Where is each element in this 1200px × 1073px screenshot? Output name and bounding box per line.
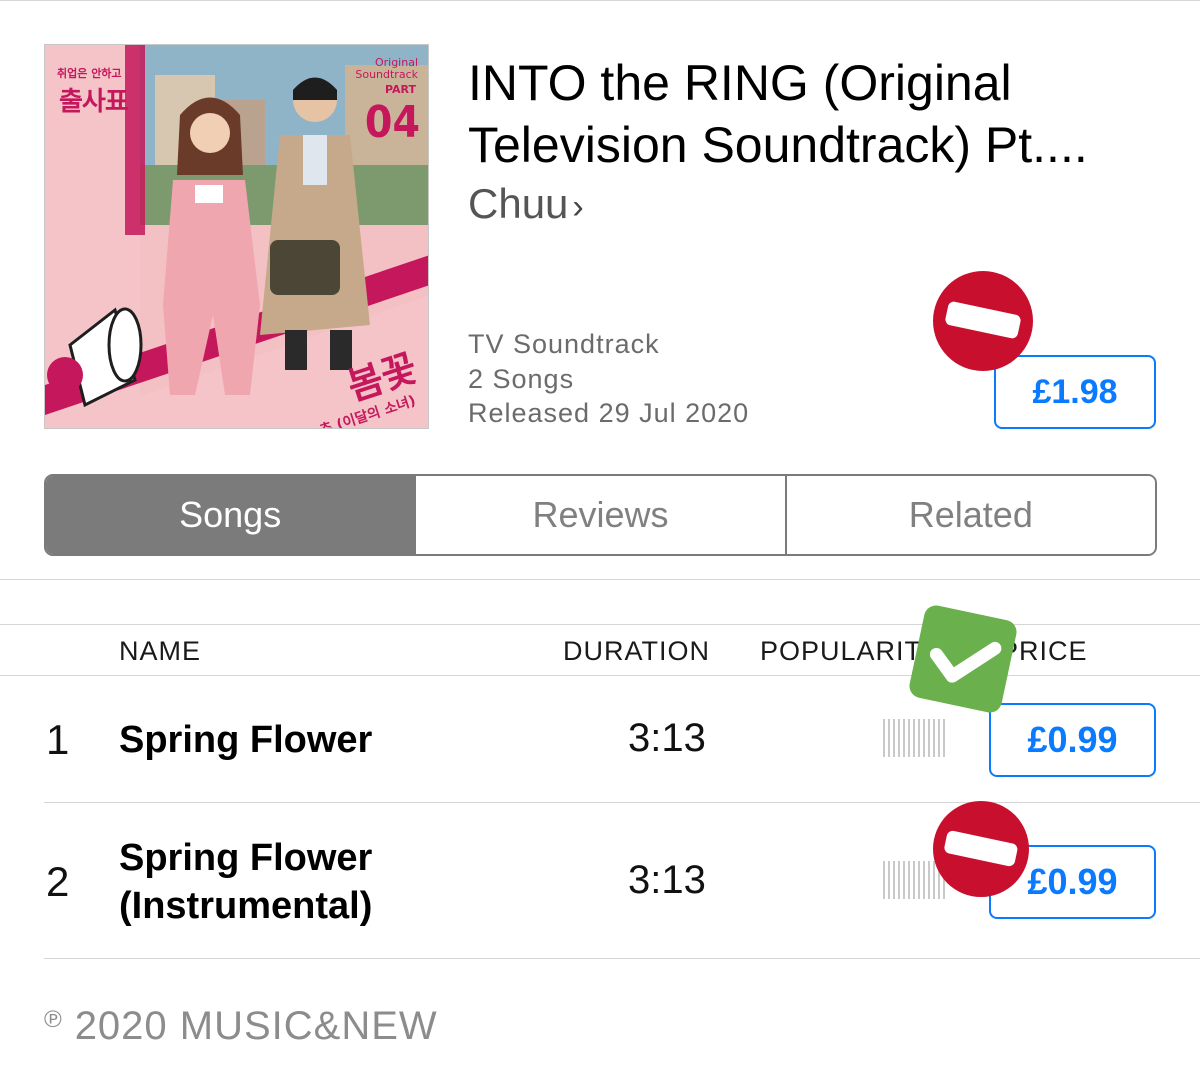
artist-link[interactable]: Chuu › (468, 180, 584, 228)
tab-songs[interactable]: Songs (46, 476, 415, 554)
artist-name: Chuu (468, 180, 569, 227)
tab-related[interactable]: Related (784, 476, 1155, 554)
artwork-part-label: PART (384, 83, 416, 96)
artwork-logo-small: 취업은 안하고 (57, 67, 122, 80)
divider (44, 958, 1200, 959)
copyright: ℗ 2020 MUSIC&NEW (44, 1004, 438, 1049)
album-title: INTO the RING (Original Television Sound… (468, 55, 1088, 173)
divider (0, 579, 1200, 580)
album-artwork[interactable]: 취업은 안하고 출사표 Original Soundtrack PART 04 … (44, 44, 429, 429)
segmented-control: Songs Reviews Related (44, 474, 1157, 556)
chevron-right-icon: › (572, 188, 584, 226)
checkmark-icon (909, 605, 1017, 713)
track-number: 2 (46, 858, 70, 905)
popularity-bar (883, 719, 945, 757)
no-entry-icon (933, 271, 1033, 371)
track-name: Spring Flower (Instrumental) (119, 837, 373, 927)
divider (0, 675, 1200, 676)
album-song-count: 2 Songs (468, 364, 575, 394)
tab-reviews[interactable]: Reviews (414, 476, 785, 554)
album-genre: TV Soundtrack (468, 329, 660, 359)
top-divider (0, 0, 1200, 1)
no-entry-icon (933, 801, 1029, 897)
column-header-name[interactable]: NAME (119, 636, 201, 667)
track-name: Spring Flower (119, 719, 373, 761)
track-duration: 3:13 (628, 858, 706, 902)
artwork-logo: 출사표 (59, 87, 129, 117)
album-release-date: Released 29 Jul 2020 (468, 398, 750, 428)
copyright-text: 2020 MUSIC&NEW (74, 1004, 438, 1048)
artwork-ost-label: Original Soundtrack (355, 56, 418, 81)
track-duration: 3:13 (628, 716, 706, 760)
divider (0, 624, 1200, 625)
phonogram-icon: ℗ (44, 1006, 63, 1033)
track-number: 1 (46, 716, 70, 763)
column-header-duration[interactable]: DURATION (563, 636, 710, 667)
artwork-part-number: 04 (364, 97, 420, 148)
